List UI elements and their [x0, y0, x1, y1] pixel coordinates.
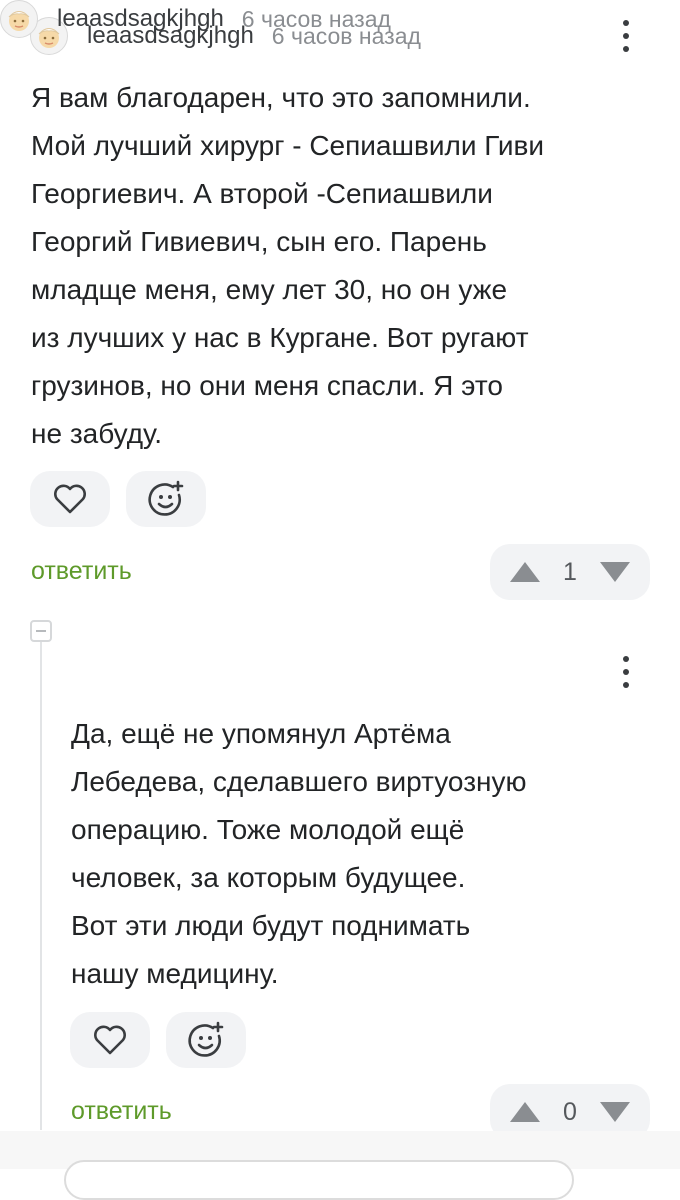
add-reaction-button[interactable] — [166, 1012, 246, 1068]
triangle-up-icon[interactable] — [508, 559, 542, 585]
heart-icon — [94, 1025, 126, 1055]
rating-value: 1 — [563, 557, 577, 586]
reply-button[interactable]: ответить — [31, 557, 132, 586]
smiley-add-icon — [148, 480, 184, 516]
triangle-down-icon[interactable] — [598, 1099, 632, 1125]
timestamp[interactable]: 6 часов назад — [242, 6, 391, 33]
triangle-up-icon[interactable] — [508, 1099, 542, 1125]
triangle-down-icon[interactable] — [598, 559, 632, 585]
like-button[interactable] — [70, 1012, 150, 1068]
comment: leaasdsagkjhgh 6 часов назад Я вам благо… — [0, 0, 680, 610]
comment-text: Да, ещё не упомянул Артёма Лебедева, сде… — [71, 718, 527, 989]
username[interactable]: leaasdsagkjhgh — [57, 5, 224, 33]
reply-button[interactable]: ответить — [71, 1097, 172, 1126]
thread-line — [40, 640, 42, 1130]
comment-text: Я вам благодарен, что это запомнили. Мой… — [31, 82, 544, 449]
heart-icon — [54, 484, 86, 514]
comment-input[interactable] — [64, 1160, 574, 1200]
avatar-icon[interactable] — [0, 0, 38, 38]
add-reaction-button[interactable] — [126, 471, 206, 527]
like-button[interactable] — [30, 471, 110, 527]
rating-control: 1 — [490, 544, 650, 600]
comment-header: leaasdsagkjhgh 6 часов назад — [0, 0, 391, 38]
minus-square-icon[interactable] — [30, 620, 52, 642]
more-vertical-icon[interactable] — [614, 652, 638, 692]
rating-value: 0 — [563, 1097, 577, 1126]
more-vertical-icon[interactable] — [614, 16, 638, 56]
smiley-add-icon — [188, 1021, 224, 1057]
